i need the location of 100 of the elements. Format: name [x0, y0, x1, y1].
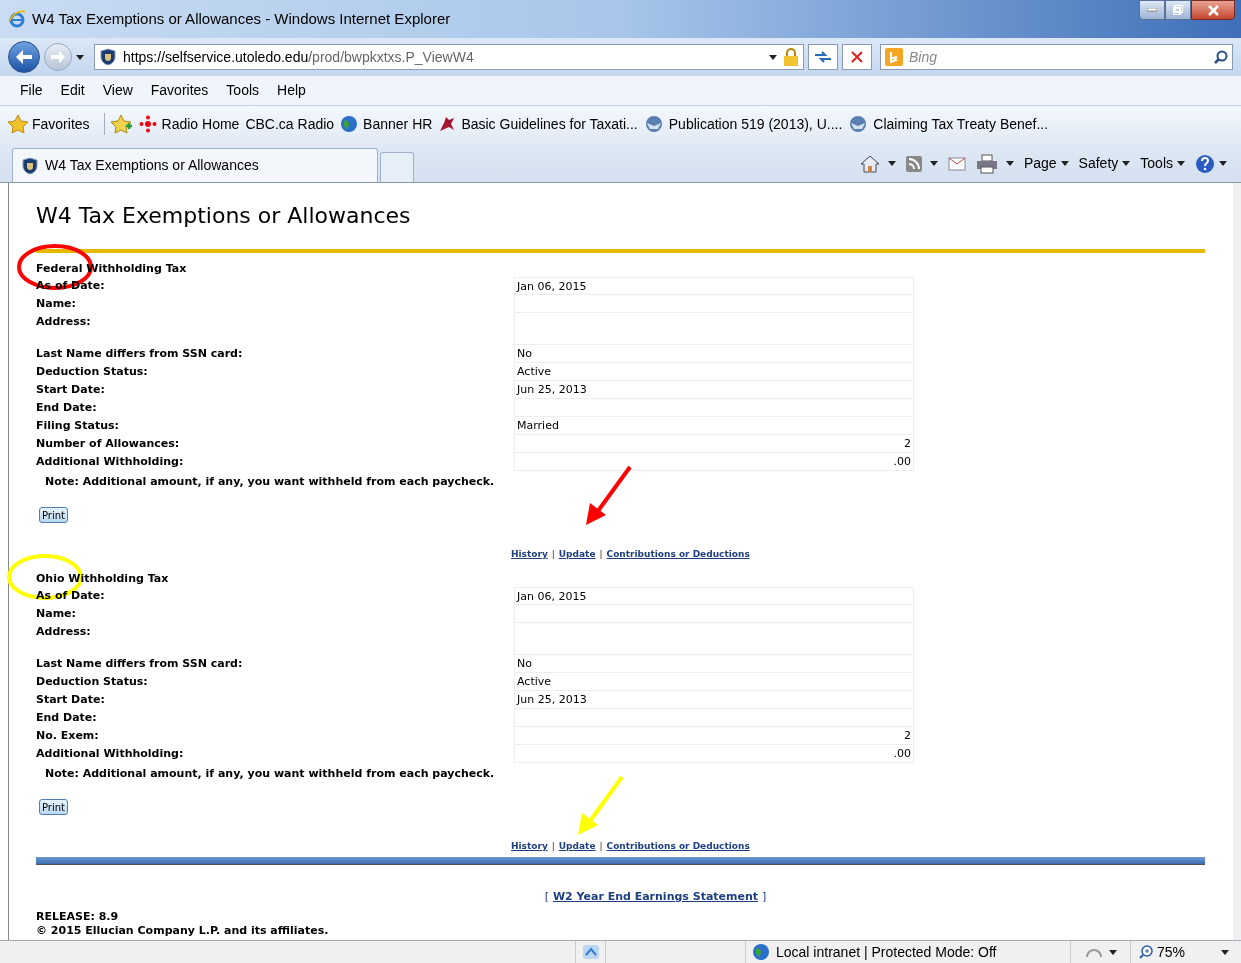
- eagle-seal-icon: [643, 115, 664, 133]
- search-input[interactable]: Bing: [909, 46, 1208, 68]
- home-icon[interactable]: [859, 154, 880, 173]
- bracket: ]: [762, 889, 767, 905]
- scrollbar[interactable]: [1233, 183, 1241, 940]
- browser-logo-icon: [8, 10, 26, 28]
- field-label: Additional Withholding:: [36, 454, 184, 470]
- field-value: 2: [514, 435, 914, 453]
- menu-item[interactable]: Favorites: [142, 80, 217, 101]
- menu-item[interactable]: File: [12, 80, 51, 101]
- globe-icon: [340, 115, 359, 133]
- dropdown-arrow-icon[interactable]: [887, 161, 896, 166]
- search-icon[interactable]: [1214, 50, 1228, 64]
- link-separator: |: [550, 840, 556, 853]
- field-label: Name:: [36, 296, 76, 312]
- dropdown-arrow-icon[interactable]: [1177, 161, 1185, 166]
- command-menu-button[interactable]: Tools: [1140, 153, 1185, 174]
- printer-icon[interactable]: [975, 153, 998, 174]
- annotation-arrow: [584, 465, 634, 527]
- field-label: Additional Withholding:: [36, 746, 184, 762]
- link-separator: |: [550, 548, 556, 561]
- favorites-link[interactable]: Claiming Tax Treaty Benef...: [848, 113, 1049, 135]
- favorites-link[interactable]: Publication 519 (2013), U....: [643, 113, 843, 135]
- restore-icon: [1173, 5, 1183, 15]
- field-value: Jan 06, 2015: [514, 277, 914, 295]
- field-value: .00: [514, 745, 914, 763]
- print-button[interactable]: Print: [39, 507, 68, 523]
- favorites-link[interactable]: Banner HR: [340, 113, 433, 135]
- zoom-icon[interactable]: [1139, 945, 1153, 959]
- menu-item[interactable]: Edit: [52, 80, 93, 101]
- section-link[interactable]: Update: [558, 839, 596, 853]
- dropdown-arrow-icon[interactable]: [1219, 161, 1227, 166]
- w2-statement-link[interactable]: W2 Year End Earnings Statement: [552, 889, 759, 906]
- section-link[interactable]: Contributions or Deductions: [606, 547, 750, 561]
- section-link[interactable]: Contributions or Deductions: [606, 839, 750, 853]
- browser-tab[interactable]: W4 Tax Exemptions or Allowances: [12, 148, 378, 182]
- lock-icon: [783, 48, 799, 66]
- stop-button[interactable]: [842, 44, 872, 70]
- address-field[interactable]: https://selfservice.utoledo.edu/prod/bwpkxtxs.P_ViewW4: [94, 44, 804, 70]
- minimize-button[interactable]: [1139, 0, 1165, 20]
- dropdown-arrow-icon[interactable]: [1060, 161, 1069, 166]
- dropdown-arrow-icon[interactable]: [769, 55, 777, 61]
- menu-item[interactable]: Tools: [218, 80, 268, 101]
- field-label: Filing Status:: [36, 418, 119, 434]
- menu-item[interactable]: View: [94, 80, 141, 101]
- field-value: Jun 25, 2013: [514, 691, 914, 709]
- command-menu-button[interactable]: Safety: [1078, 153, 1131, 174]
- star-icon: [8, 115, 28, 133]
- dropdown-arrow-icon[interactable]: [1122, 161, 1131, 166]
- copyright-text: © 2015 Ellucian Company L.P. and its affiliates.: [36, 923, 330, 938]
- section-link[interactable]: History: [511, 547, 548, 561]
- print-button[interactable]: Print: [39, 799, 68, 815]
- search-field[interactable]: Bing: [880, 44, 1233, 70]
- field-label: Deduction Status:: [36, 674, 148, 690]
- command-menu-button[interactable]: Page: [1023, 153, 1069, 174]
- favorites-link[interactable]: Radio Home: [138, 113, 240, 135]
- field-label: Address:: [36, 314, 91, 330]
- search-engine-logo-icon: [885, 48, 903, 66]
- add-favorite-icon[interactable]: [110, 114, 133, 134]
- field-value: .00: [514, 453, 914, 471]
- zoom-level[interactable]: 75%: [1157, 941, 1186, 963]
- annotation-arrow: [576, 775, 626, 837]
- field-value: Married: [514, 417, 914, 435]
- refresh-arrows-icon: [814, 50, 832, 64]
- field-label: Number of Allowances:: [36, 436, 180, 452]
- help-icon[interactable]: [1195, 153, 1215, 174]
- field-value: Jan 06, 2015: [514, 587, 914, 605]
- favorites-link[interactable]: Basic Guidelines for Taxati...: [438, 113, 638, 135]
- feed-icon[interactable]: [905, 155, 922, 172]
- menu-item[interactable]: Help: [269, 80, 314, 101]
- mail-icon[interactable]: [947, 156, 966, 171]
- field-label: Address:: [36, 624, 91, 640]
- release-text: RELEASE: 8.9: [36, 909, 120, 924]
- field-label: No. Exem:: [36, 728, 99, 744]
- dropdown-arrow-icon[interactable]: [1221, 950, 1229, 956]
- dropdown-arrow-icon[interactable]: [76, 54, 84, 60]
- field-value: Active: [514, 673, 914, 691]
- field-value: No: [514, 655, 914, 673]
- back-button[interactable]: [8, 41, 40, 73]
- favorites-button[interactable]: Favorites: [8, 113, 98, 135]
- field-value: Active: [514, 363, 914, 381]
- radio-logo-icon: [138, 115, 157, 133]
- close-button[interactable]: [1191, 0, 1235, 20]
- refresh-button[interactable]: [808, 44, 838, 70]
- back-arrow-icon: [16, 50, 32, 64]
- field-label: End Date:: [36, 400, 97, 416]
- close-icon: [1207, 4, 1219, 16]
- maximize-button[interactable]: [1165, 0, 1191, 20]
- dropdown-arrow-icon[interactable]: [1108, 949, 1117, 955]
- field-label: Last Name differs from SSN card:: [36, 656, 243, 672]
- section-link[interactable]: History: [511, 839, 548, 853]
- field-label: Name:: [36, 606, 76, 622]
- dropdown-arrow-icon[interactable]: [1005, 161, 1014, 166]
- link-separator: |: [598, 548, 604, 561]
- section-link[interactable]: Update: [558, 547, 596, 561]
- dropdown-arrow-icon[interactable]: [929, 161, 938, 166]
- shield-icon: [21, 156, 39, 175]
- compatibility-icon: [581, 944, 600, 960]
- field-label: Last Name differs from SSN card:: [36, 346, 243, 362]
- favorites-link[interactable]: CBC.ca Radio: [245, 113, 335, 135]
